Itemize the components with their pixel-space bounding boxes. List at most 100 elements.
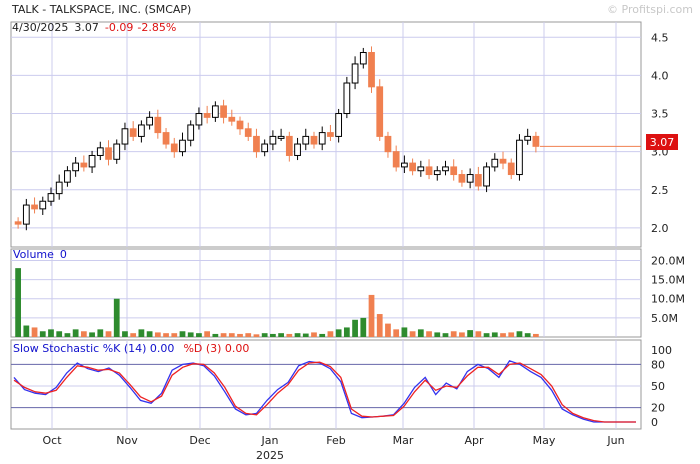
volume-bar: [459, 332, 465, 337]
volume-bar: [434, 332, 441, 337]
volume-bar: [163, 333, 169, 337]
volume-bar: [80, 331, 87, 337]
price-y-tick-label: 4.0: [651, 69, 669, 82]
volume-bar: [467, 330, 474, 337]
candle-body: [285, 135, 293, 156]
volume-bar: [393, 329, 400, 337]
volume-bar: [409, 331, 416, 337]
candle-body: [474, 174, 482, 187]
candle-body: [105, 147, 112, 160]
candle-body: [442, 166, 449, 172]
candle-body: [261, 143, 269, 153]
candle-body: [72, 162, 80, 172]
stochastic-k-label: Slow Stochastic %K (14) 0.00: [13, 342, 174, 355]
volume-bar: [253, 334, 260, 337]
candle-body: [22, 204, 30, 225]
volume-bar: [171, 333, 178, 337]
volume-bar: [286, 333, 293, 337]
volume-bar: [113, 298, 120, 337]
volume-bar: [385, 323, 391, 337]
candle-body: [187, 124, 195, 141]
volume-bar: [31, 327, 38, 337]
candle: [516, 134, 523, 181]
volume-bar: [15, 268, 21, 337]
candle-body: [433, 170, 441, 176]
volume-y-tick-label: 20.0M: [651, 254, 685, 267]
volume-panel-frame: [10, 248, 642, 338]
volume-bar: [302, 333, 309, 337]
volume-bar: [154, 332, 161, 337]
candle-body: [211, 105, 219, 118]
candle-body: [499, 158, 507, 164]
volume-bar: [442, 333, 449, 337]
candle-body: [392, 151, 400, 168]
volume-bar: [56, 331, 63, 337]
volume-bar: [483, 333, 490, 337]
volume-bar: [335, 329, 342, 337]
volume-bar: [130, 333, 137, 337]
stochastic-panel: 10080 50 200 Slow Stochastic %K (14) 0.00%…: [10, 339, 672, 430]
volume-bar: [220, 333, 227, 337]
candle: [376, 79, 384, 141]
candle-body: [195, 113, 203, 126]
candle-body: [450, 166, 458, 176]
volume-bar: [245, 333, 252, 337]
candle-body: [14, 221, 22, 225]
stochastic-y-tick-label: 0: [651, 416, 658, 429]
candle-body: [532, 135, 540, 147]
last-price-tag-label: 3.07: [650, 136, 675, 149]
stochastic-y-tick-label: 50: [651, 380, 665, 393]
x-axis: Oct Nov Dec Jan Feb Mar Apr May Jun: [42, 434, 624, 447]
volume-bar: [237, 333, 243, 337]
candle-body: [401, 162, 408, 168]
volume-bar: [48, 329, 54, 337]
candle-body: [310, 135, 318, 145]
volume-label-text: Volume: [13, 248, 54, 261]
watermark: © Profitspi.com: [607, 3, 693, 16]
x-axis-year-label: 2025: [256, 449, 284, 462]
volume-bar: [97, 329, 104, 337]
volume-bar: [39, 331, 46, 337]
volume-bar: [524, 333, 531, 337]
candle-body: [113, 143, 121, 160]
volume-bar: [352, 319, 358, 337]
stochastic-y-tick-label: 100: [651, 344, 672, 357]
candle-body: [368, 52, 375, 88]
x-tick-label: Dec: [189, 434, 210, 447]
volume-bar: [196, 333, 202, 337]
price-y-tick-label: 2.0: [651, 222, 669, 235]
candle-body: [458, 174, 466, 183]
x-tick-label: Jan: [261, 434, 279, 447]
x-tick-label: Nov: [116, 434, 138, 447]
candle-body: [269, 135, 277, 145]
quote-line: 4/30/2025 3.07 -0.09 -2.85%: [12, 21, 176, 34]
x-tick-label: Jun: [606, 434, 624, 447]
candle-body: [220, 105, 227, 118]
stochastic-y-tick-label: 20: [651, 402, 665, 415]
candle-body: [121, 128, 129, 145]
candle-body: [516, 139, 523, 176]
candle-body: [409, 162, 416, 172]
volume-bar: [376, 314, 383, 337]
price-y-tick-label: 3.5: [651, 108, 669, 121]
volume-bar: [146, 331, 153, 337]
volume-bar: [508, 332, 515, 337]
candle-body: [203, 113, 211, 118]
candle-body: [277, 135, 285, 139]
x-tick-label: May: [533, 434, 556, 447]
stochastic-d-label: %D (3) 0.00: [183, 342, 249, 355]
candle-body: [39, 200, 47, 210]
candle-body: [55, 181, 63, 195]
quote-change-pct: -2.85%: [137, 21, 176, 34]
volume-y-tick-label: 5.0M: [651, 312, 678, 325]
candle-body: [384, 135, 392, 153]
volume-bar: [212, 333, 219, 337]
volume-y-ticks: 20.0M 15.0M 10.0M 5.0M: [651, 254, 685, 324]
candle-body: [253, 135, 260, 153]
candle-body: [294, 143, 301, 156]
candle: [368, 46, 375, 93]
candle-body: [31, 204, 38, 210]
volume-panel: 20.0M 15.0M 10.0M 5.0M Volume 0: [10, 248, 685, 338]
candle-body: [179, 139, 186, 153]
candle-body: [162, 132, 170, 145]
